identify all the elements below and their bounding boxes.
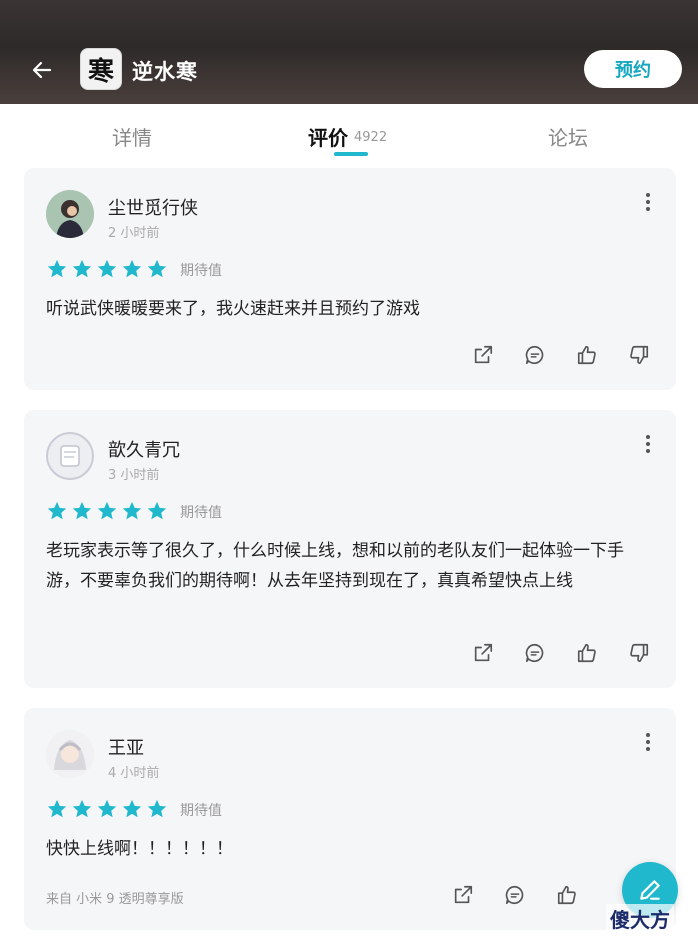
review-content[interactable]: 听说武侠暖暖要来了，我火速赶来并且预约了游戏 (46, 294, 654, 324)
avatar-image-icon (46, 432, 94, 480)
tab-forum-label: 论坛 (548, 126, 588, 150)
dislike-button[interactable] (626, 640, 652, 666)
comment-icon (525, 345, 544, 365)
username[interactable]: 王亚 (108, 734, 144, 760)
star-icon (97, 501, 117, 520)
active-tab-indicator (334, 152, 368, 156)
more-options-button[interactable] (638, 434, 658, 454)
star-icon (147, 501, 167, 520)
thumbs-up-icon (557, 885, 576, 905)
star-icon (72, 799, 92, 818)
dislike-button[interactable] (626, 342, 652, 368)
rating-label: 期待值 (180, 803, 222, 819)
edit-pen-icon (640, 880, 660, 900)
share-button[interactable] (470, 342, 496, 368)
tab-reviews[interactable]: 评价 4922 (308, 122, 387, 151)
share-icon (474, 643, 493, 662)
review-card: 王亚 4 小时前 期待值 快快上线啊！！！！！！ 来自 小米 9 透明尊享版 (24, 708, 676, 930)
more-icon-dot (646, 740, 650, 744)
star-rating (46, 258, 168, 280)
star-icon (147, 799, 167, 818)
tab-reviews-label: 评价 (308, 126, 348, 150)
avatar[interactable] (46, 432, 94, 480)
review-card: 尘世觅行侠 2 小时前 期待值 听说武侠暖暖要来了，我火速赶来并且预约了游戏 (24, 168, 676, 390)
app-icon-glyph: 寒 (87, 56, 114, 87)
thumbs-down-icon (630, 345, 649, 365)
star-icon (147, 259, 167, 278)
star-icon (47, 799, 67, 818)
star-rating (46, 798, 168, 820)
more-options-button[interactable] (638, 732, 658, 752)
star-icon (122, 799, 142, 818)
comment-button[interactable] (502, 882, 528, 908)
more-icon-dot (646, 207, 650, 211)
thumbs-up-icon (577, 345, 596, 365)
reserve-button[interactable]: 预约 (584, 50, 682, 88)
avatar-image-icon (46, 730, 94, 778)
star-icon (72, 501, 92, 520)
more-icon-dot (646, 442, 650, 446)
share-button[interactable] (450, 882, 476, 908)
avatar[interactable] (46, 190, 94, 238)
comment-button[interactable] (522, 640, 548, 666)
app-icon[interactable]: 寒 (80, 48, 122, 90)
like-button[interactable] (554, 882, 580, 908)
more-icon-dot (646, 449, 650, 453)
more-icon (646, 435, 650, 439)
tab-details-label: 详情 (112, 126, 152, 150)
star-icon (72, 259, 92, 278)
comment-icon (525, 643, 544, 663)
star-icon (47, 259, 67, 278)
share-button[interactable] (470, 640, 496, 666)
rating-label: 期待值 (180, 263, 222, 279)
avatar-image-icon (46, 190, 94, 238)
avatar[interactable] (46, 730, 94, 778)
timestamp: 2 小时前 (108, 226, 160, 241)
username[interactable]: 歆久青冗 (108, 436, 180, 462)
review-actions (470, 640, 652, 666)
timestamp: 4 小时前 (108, 766, 160, 781)
review-actions (470, 342, 652, 368)
watermark: 傻大方 (606, 904, 674, 933)
more-icon (646, 733, 650, 737)
star-icon (122, 501, 142, 520)
like-button[interactable] (574, 640, 600, 666)
more-icon-dot (646, 747, 650, 751)
review-content[interactable]: 老玩家表示等了很久了，什么时候上线，想和以前的老队友们一起体验一下手游，不要辜负… (46, 536, 654, 596)
comment-icon (505, 885, 524, 905)
device-source: 来自 小米 9 透明尊享版 (46, 892, 184, 907)
review-count: 4922 (354, 130, 388, 145)
back-arrow-icon (32, 61, 52, 79)
star-icon (122, 259, 142, 278)
username[interactable]: 尘世觅行侠 (108, 194, 198, 220)
star-icon (97, 799, 117, 818)
thumbs-up-icon (577, 643, 596, 663)
app-name[interactable]: 逆水寒 (132, 56, 198, 86)
star-icon (47, 501, 67, 520)
tab-forum[interactable]: 论坛 (548, 122, 588, 151)
app-header: 寒 逆水寒 预约 (0, 0, 698, 104)
more-icon (646, 193, 650, 197)
more-options-button[interactable] (638, 192, 658, 212)
tab-details[interactable]: 详情 (112, 122, 152, 151)
star-rating (46, 500, 168, 522)
thumbs-down-icon (630, 643, 649, 663)
timestamp: 3 小时前 (108, 468, 160, 483)
star-icon (97, 259, 117, 278)
like-button[interactable] (574, 342, 600, 368)
comment-button[interactable] (522, 342, 548, 368)
back-button[interactable] (24, 52, 60, 88)
review-content[interactable]: 快快上线啊！！！！！！ (46, 834, 654, 864)
review-card: 歆久青冗 3 小时前 期待值 老玩家表示等了很久了，什么时候上线，想和以前的老队… (24, 410, 676, 688)
rating-label: 期待值 (180, 505, 222, 521)
share-icon (474, 345, 493, 364)
review-actions (450, 882, 580, 908)
more-icon-dot (646, 200, 650, 204)
share-icon (454, 885, 473, 904)
